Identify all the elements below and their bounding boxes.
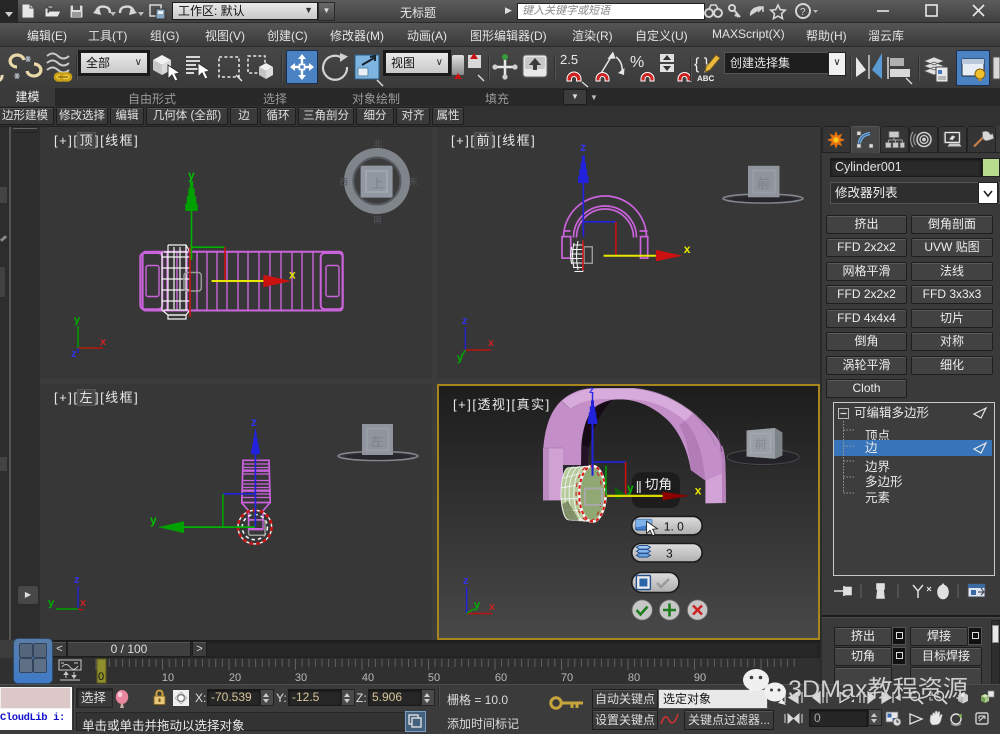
svg-text:x: x xyxy=(489,601,496,613)
svg-text:%: % xyxy=(630,54,644,71)
svg-text:y: y xyxy=(74,314,81,326)
svg-text:2.5: 2.5 xyxy=(560,52,578,67)
svg-text:?: ? xyxy=(800,7,806,18)
svg-text:x: x xyxy=(695,484,702,498)
svg-text:x: x xyxy=(488,337,495,349)
svg-text:南: 南 xyxy=(373,215,382,225)
svg-text:90: 90 xyxy=(694,672,706,684)
svg-text:前: 前 xyxy=(755,438,767,452)
svg-text:z: z xyxy=(251,415,257,429)
svg-text:y: y xyxy=(474,599,481,611)
svg-text:x: x xyxy=(684,242,691,256)
svg-text:左: 左 xyxy=(371,434,384,449)
svg-text:1. 0: 1. 0 xyxy=(664,519,684,533)
svg-text:前: 前 xyxy=(757,176,770,191)
svg-text:z: z xyxy=(589,386,594,396)
svg-text:北: 北 xyxy=(373,139,382,149)
svg-text:切角: 切角 xyxy=(645,477,672,492)
svg-text:x: x xyxy=(289,268,296,282)
svg-text:50: 50 xyxy=(428,672,440,684)
svg-text:z: z xyxy=(71,348,77,360)
svg-text:3: 3 xyxy=(666,546,673,560)
svg-text:ABC: ABC xyxy=(697,74,715,83)
svg-text:80: 80 xyxy=(628,672,640,684)
svg-text:y: y xyxy=(150,513,157,527)
svg-text:10: 10 xyxy=(162,672,174,684)
svg-text:z: z xyxy=(74,574,80,586)
svg-text:z: z xyxy=(463,575,469,587)
svg-text:西: 西 xyxy=(339,177,348,187)
svg-text:60: 60 xyxy=(495,672,507,684)
svg-text:z: z xyxy=(462,315,468,327)
svg-text:z: z xyxy=(580,140,586,154)
svg-text:东: 东 xyxy=(409,177,418,187)
svg-text:0: 0 xyxy=(98,671,104,683)
svg-text:上: 上 xyxy=(371,176,384,191)
svg-text:40: 40 xyxy=(362,672,374,684)
svg-text:3DMax教程资源: 3DMax教程资源 xyxy=(788,676,968,703)
svg-text:y: y xyxy=(48,597,55,609)
svg-text:y: y xyxy=(627,481,634,495)
svg-text:70: 70 xyxy=(561,672,573,684)
svg-text:x: x xyxy=(80,597,87,609)
svg-text:y: y xyxy=(457,352,464,364)
svg-text:20: 20 xyxy=(229,672,241,684)
svg-text:y: y xyxy=(188,168,195,182)
svg-text:x: x xyxy=(100,336,107,348)
svg-text:30: 30 xyxy=(295,672,307,684)
